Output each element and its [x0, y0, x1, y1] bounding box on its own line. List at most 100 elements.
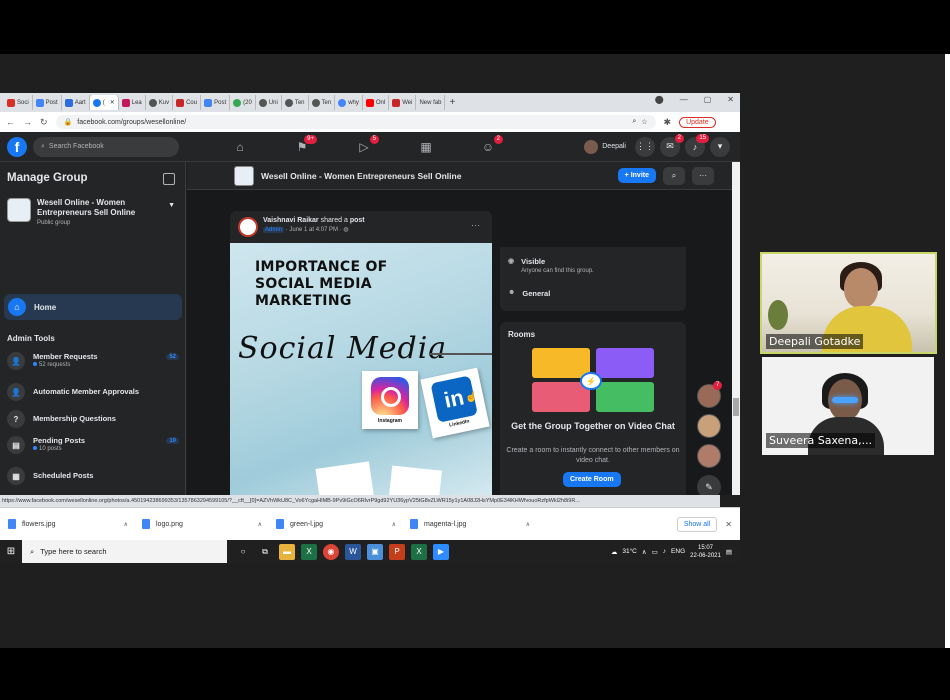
- chrome-icon[interactable]: ◉: [323, 543, 339, 560]
- download-item[interactable]: logo.png ∧: [134, 519, 268, 529]
- taskbar-search-input[interactable]: ⌕ Type here to search: [22, 540, 227, 563]
- account-caret-icon[interactable]: ▾: [710, 136, 730, 157]
- sidebar-item-pending-posts[interactable]: ▤ Pending Posts 10 posts 10: [7, 436, 179, 454]
- more-options-icon[interactable]: ···: [692, 166, 714, 185]
- update-button[interactable]: Update: [679, 116, 716, 128]
- task-view-icon[interactable]: ⧉: [257, 544, 273, 560]
- video-tile[interactable]: Deepali Gotadke: [760, 252, 937, 354]
- chevron-up-icon[interactable]: ∧: [526, 521, 530, 528]
- browser-tab[interactable]: Lea: [119, 95, 146, 110]
- cortana-icon[interactable]: ○: [235, 544, 251, 560]
- shared-post-link[interactable]: post: [350, 217, 365, 224]
- browser-tab[interactable]: Aart: [62, 95, 90, 110]
- browser-tab[interactable]: Ten: [282, 95, 309, 110]
- home-icon[interactable]: ⌂: [209, 133, 271, 161]
- battery-icon[interactable]: ▭: [652, 548, 658, 556]
- browser-tab[interactable]: Cou: [173, 95, 202, 110]
- chevron-up-icon[interactable]: ∧: [392, 521, 396, 528]
- extension-icon[interactable]: ⬤: [655, 95, 664, 104]
- zoom-icon[interactable]: ▶: [433, 543, 449, 560]
- show-all-button[interactable]: Show all: [676, 516, 718, 532]
- taskbar-clock[interactable]: 15:07 22-06-2021: [690, 544, 721, 560]
- facebook-logo-icon[interactable]: f: [7, 136, 27, 157]
- browser-tab[interactable]: Post: [33, 95, 62, 110]
- collapse-sidebar-icon[interactable]: [163, 173, 175, 185]
- post-author[interactable]: Vaishnavi Raikar: [263, 217, 319, 224]
- status-url-bar: https://www.facebook.com/wesellonline.or…: [0, 495, 720, 507]
- app-icon[interactable]: ▣: [367, 543, 383, 560]
- new-tab-button[interactable]: +: [449, 97, 455, 108]
- back-icon[interactable]: ←: [6, 117, 15, 127]
- sidebar-item-membership-questions[interactable]: ? Membership Questions: [7, 410, 179, 428]
- menu-grid-icon[interactable]: ⋮⋮: [635, 136, 655, 157]
- chevron-up-icon[interactable]: ∧: [124, 521, 128, 528]
- page-scrollbar[interactable]: [732, 162, 740, 495]
- browser-tab[interactable]: Onl: [363, 95, 390, 110]
- invite-button[interactable]: + Invite: [617, 168, 656, 183]
- windows-start-icon[interactable]: ⊞: [0, 540, 22, 563]
- groups-icon[interactable]: ☺ 2: [457, 133, 519, 161]
- facebook-search-input[interactable]: ⌕ Search Facebook: [33, 136, 179, 157]
- browser-tab[interactable]: Uni: [256, 95, 282, 110]
- notifications-icon[interactable]: ▤: [726, 548, 732, 556]
- create-room-button[interactable]: Create Room: [563, 472, 621, 487]
- sidebar-item-home[interactable]: ⌂ Home: [4, 294, 182, 320]
- chevron-up-icon[interactable]: ∧: [258, 521, 262, 528]
- download-item[interactable]: flowers.jpg ∧: [0, 519, 134, 529]
- browser-tab[interactable]: (20: [230, 95, 256, 110]
- star-icon[interactable]: ☆: [641, 118, 647, 126]
- post-image[interactable]: IMPORTANCE OF SOCIAL MEDIA MARKETING Soc…: [230, 243, 492, 495]
- pages-flag-icon[interactable]: ⚑ 9+: [271, 133, 333, 161]
- browser-tab[interactable]: Wei: [389, 95, 417, 110]
- bell-icon[interactable]: ♪ 15: [685, 133, 709, 157]
- marketplace-icon[interactable]: ▦: [395, 133, 457, 161]
- browser-tab[interactable]: New fab: [416, 95, 446, 110]
- browser-tab[interactable]: why: [335, 95, 363, 110]
- group-switcher[interactable]: Wesell Online - Women Entrepreneurs Sell…: [7, 198, 167, 226]
- chevron-up-icon[interactable]: ∧: [642, 548, 647, 556]
- sidebar-item-scheduled-posts[interactable]: ▦ Scheduled Posts: [7, 467, 179, 485]
- forward-icon[interactable]: →: [23, 117, 32, 127]
- more-options-icon[interactable]: ···: [471, 220, 480, 230]
- browser-tab[interactable]: Post: [201, 95, 231, 110]
- search-icon[interactable]: ⌕: [632, 118, 636, 126]
- browser-tab-active[interactable]: (✕: [89, 95, 119, 110]
- close-window-icon[interactable]: ✕: [727, 95, 734, 104]
- profile-button[interactable]: Deepali: [584, 139, 626, 154]
- facebook-nav-right: Deepali ⋮⋮ ✉ 2 ♪ 15 ▾: [584, 133, 740, 157]
- scrollbar-thumb[interactable]: [733, 398, 739, 416]
- close-icon[interactable]: ✕: [725, 520, 732, 529]
- download-item[interactable]: magenta-l.jpg ∧: [402, 519, 536, 529]
- excel-icon[interactable]: X: [301, 543, 317, 560]
- download-item[interactable]: green-l.jpg ∧: [268, 519, 402, 529]
- reload-icon[interactable]: ↻: [40, 117, 48, 128]
- close-icon[interactable]: ✕: [110, 99, 115, 106]
- contact-avatar[interactable]: [697, 414, 721, 438]
- watch-icon[interactable]: ▷ 5: [333, 133, 395, 161]
- maximize-icon[interactable]: ▢: [704, 95, 712, 104]
- search-icon[interactable]: ⌕: [663, 166, 685, 185]
- post-timestamp[interactable]: June 1 at 4:07 PM: [289, 227, 338, 233]
- browser-tab[interactable]: Kuv: [146, 95, 174, 110]
- browser-tab[interactable]: Soci: [4, 95, 33, 110]
- extensions-icon[interactable]: ✱: [664, 117, 672, 128]
- video-tile[interactable]: Suveera Saxena,...: [762, 357, 934, 455]
- powerpoint-icon[interactable]: P: [389, 543, 405, 560]
- weather-temperature[interactable]: 31°C: [622, 548, 637, 555]
- contact-avatar[interactable]: [697, 444, 721, 468]
- url-field[interactable]: 🔒 facebook.com/groups/wesellonline/ ⌕ ☆: [55, 115, 656, 129]
- file-explorer-icon[interactable]: ▬: [279, 543, 295, 560]
- avatar[interactable]: [238, 217, 258, 237]
- minimize-icon[interactable]: —: [680, 95, 688, 104]
- sidebar-item-automatic-approvals[interactable]: 👤 Automatic Member Approvals: [7, 383, 179, 401]
- sidebar-item-member-requests[interactable]: 👤 Member Requests 52 requests 52: [7, 352, 179, 370]
- volume-icon[interactable]: ♪: [663, 548, 666, 555]
- site-icon: [176, 98, 185, 107]
- language-indicator[interactable]: ENG: [671, 548, 685, 555]
- excel-icon[interactable]: X: [411, 543, 427, 560]
- browser-tab[interactable]: Ten: [309, 95, 336, 110]
- messenger-icon[interactable]: ✉ 2: [660, 133, 684, 157]
- manage-group-sidebar: Manage Group Wesell Online - Women Entre…: [0, 162, 186, 495]
- chevron-down-icon[interactable]: ▼: [168, 202, 175, 209]
- word-icon[interactable]: W: [345, 543, 361, 560]
